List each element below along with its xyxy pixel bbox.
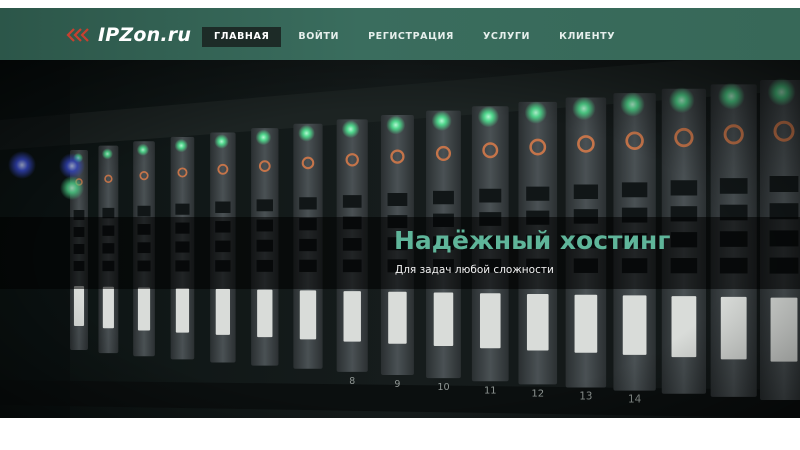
nav-item-register[interactable]: РЕГИСТРАЦИЯ <box>356 27 466 47</box>
nav-item-login[interactable]: ВОЙТИ <box>286 27 351 47</box>
triple-chevron-icon <box>66 28 89 42</box>
site-frame: IPZon.ru ГЛАВНАЯ ВОЙТИ РЕГИСТРАЦИЯ УСЛУГ… <box>0 8 800 418</box>
page: IPZon.ru ГЛАВНАЯ ВОЙТИ РЕГИСТРАЦИЯ УСЛУГ… <box>0 0 800 450</box>
hero-banner: 891011121314 Надёжный хостинг Для задач … <box>0 60 800 418</box>
nav-item-services[interactable]: УСЛУГИ <box>471 27 542 47</box>
hero-title: Надёжный хостинг <box>394 226 671 255</box>
hero-subtitle: Для задач любой сложности <box>395 264 554 276</box>
brand-name: IPZon.ru <box>98 24 192 46</box>
logo-link[interactable]: IPZon.ru <box>66 22 191 48</box>
nav-item-clients[interactable]: КЛИЕНТУ <box>547 27 627 47</box>
site-header: IPZon.ru ГЛАВНАЯ ВОЙТИ РЕГИСТРАЦИЯ УСЛУГ… <box>0 8 800 60</box>
nav-item-home[interactable]: ГЛАВНАЯ <box>202 27 282 47</box>
main-nav: ГЛАВНАЯ ВОЙТИ РЕГИСТРАЦИЯ УСЛУГИ КЛИЕНТУ <box>202 27 632 47</box>
